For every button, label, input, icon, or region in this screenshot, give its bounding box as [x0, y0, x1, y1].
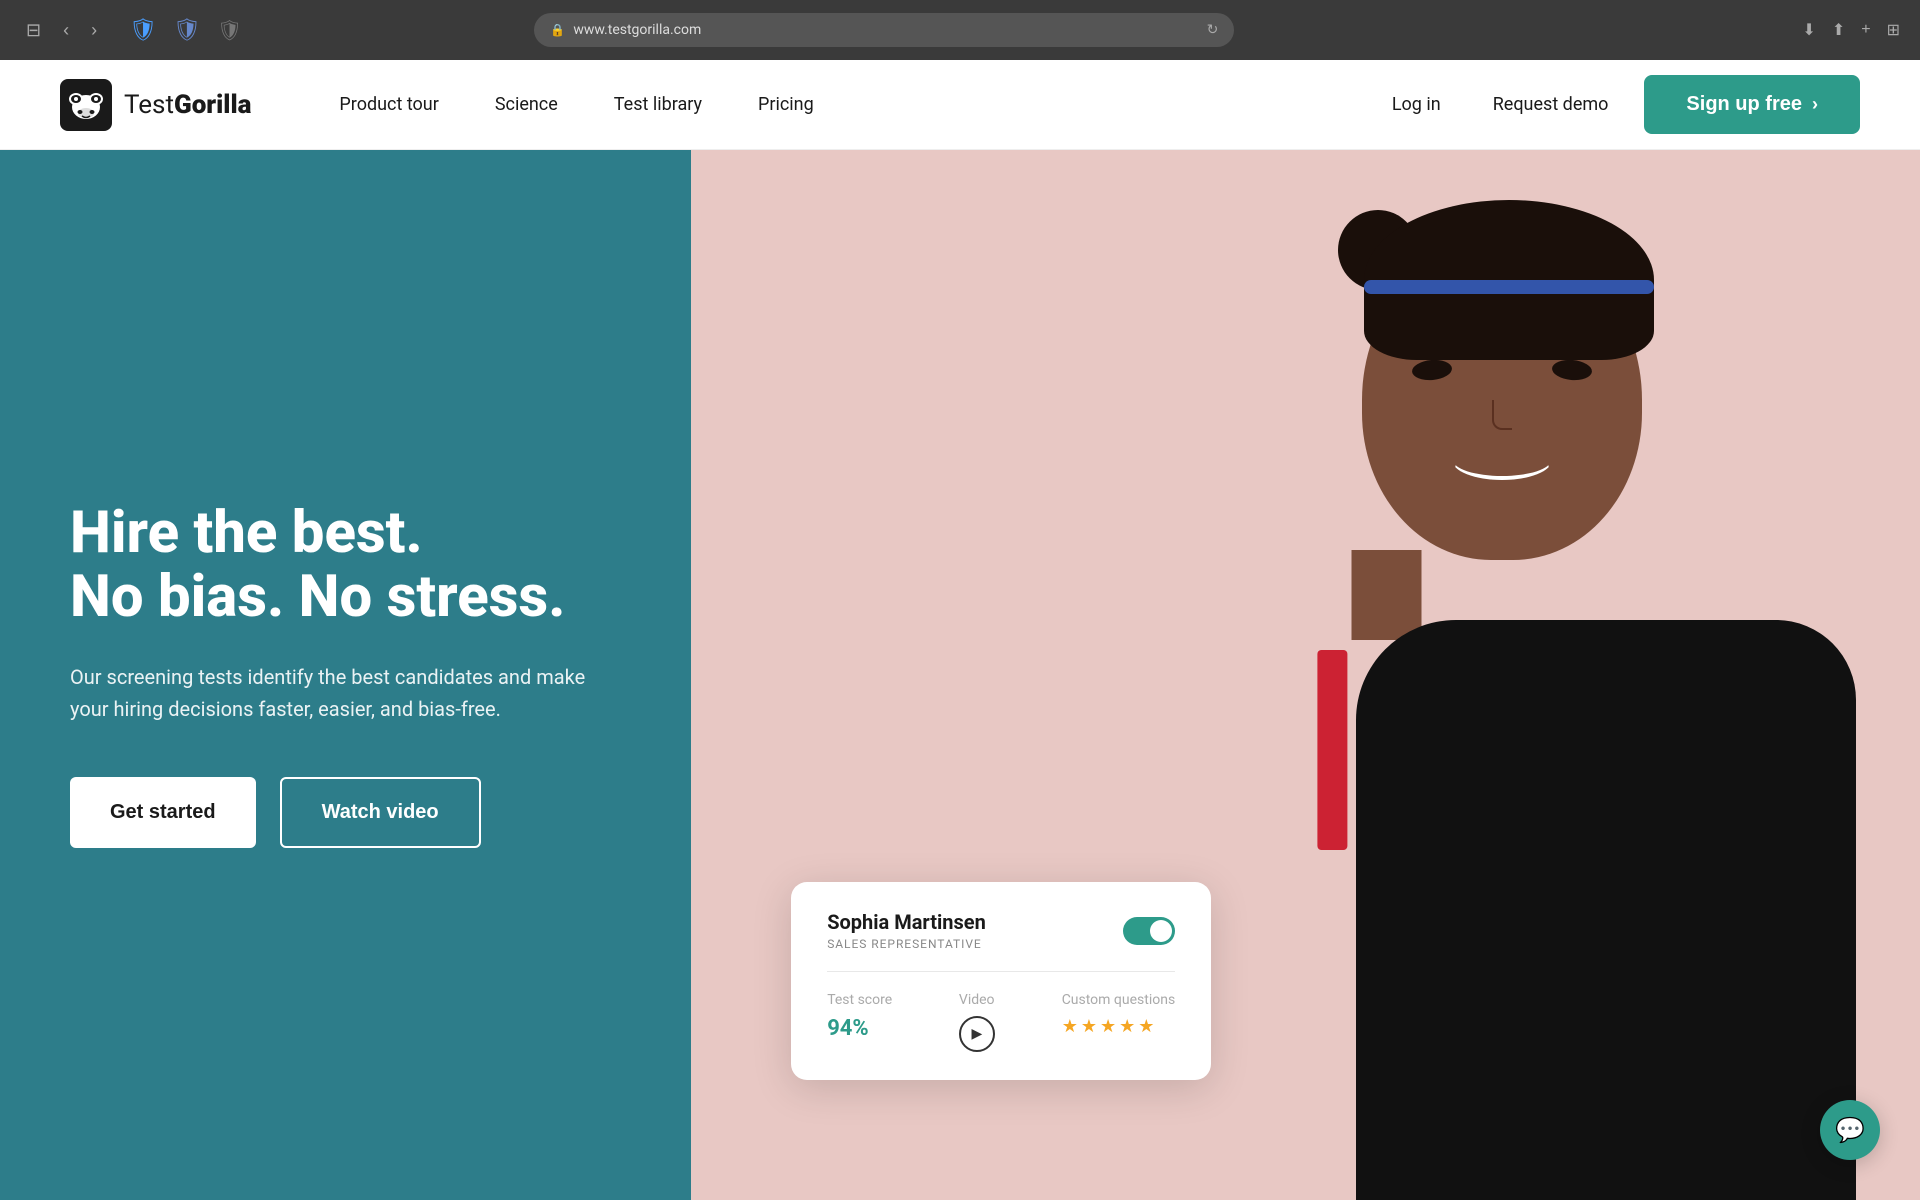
headband [1364, 280, 1654, 294]
nose [1492, 400, 1512, 430]
nav-pricing[interactable]: Pricing [730, 94, 842, 115]
nav-right: Log in Request demo Sign up free › [1376, 75, 1860, 134]
candidate-role: SALES REPRESENTATIVE [827, 937, 986, 951]
logo-text: TestGorilla [124, 90, 251, 120]
signup-button[interactable]: Sign up free › [1644, 75, 1860, 134]
shield3-icon: 🛡 [217, 18, 242, 42]
logo-link[interactable]: TestGorilla [60, 79, 251, 131]
body-jacket [1356, 620, 1856, 1200]
nav-links: Product tour Science Test library Pricin… [311, 94, 1375, 115]
eye-left [1411, 358, 1453, 381]
video-label: Video [959, 992, 995, 1008]
back-button[interactable]: ‹ [57, 16, 75, 45]
chat-bubble-button[interactable]: 💬 [1820, 1100, 1880, 1160]
hero-left-panel: Hire the best. No bias. No stress. Our s… [0, 150, 691, 1200]
star-1: ★ [1062, 1016, 1078, 1037]
eye-right [1551, 358, 1593, 381]
url-text: www.testgorilla.com [573, 22, 701, 38]
nav-product-tour[interactable]: Product tour [311, 94, 466, 115]
stat-test-score: Test score 94% [827, 992, 892, 1052]
address-bar[interactable]: 🔒 www.testgorilla.com ↻ [534, 13, 1234, 47]
hero-right-panel: Sophia Martinsen SALES REPRESENTATIVE Te… [691, 150, 1920, 1200]
forward-button[interactable]: › [85, 16, 103, 45]
login-link[interactable]: Log in [1376, 94, 1457, 115]
candidate-name: Sophia Martinsen [827, 910, 986, 934]
test-score-value: 94% [827, 1016, 892, 1041]
card-header: Sophia Martinsen SALES REPRESENTATIVE [827, 910, 1175, 951]
reload-button[interactable]: ↻ [1207, 22, 1219, 38]
stat-video: Video ▶ [959, 992, 995, 1052]
tab-grid-button[interactable]: ⊞ [1887, 20, 1900, 40]
browser-right-icons: ⬇ ⬆ + ⊞ [1802, 20, 1900, 40]
test-score-label: Test score [827, 992, 892, 1008]
stat-custom-questions: Custom questions ★ ★ ★ ★ ★ [1062, 992, 1175, 1052]
shield2-icon: 🛡 [173, 18, 201, 43]
browser-chrome: ⊟ ‹ › 🛡 🛡 🛡 🔒 www.testgorilla.com ↻ ⬇ ⬆ … [0, 0, 1920, 60]
star-5: ★ [1138, 1016, 1154, 1037]
logo-icon [60, 79, 112, 131]
hero-subtext: Our screening tests identify the best ca… [70, 661, 621, 725]
candidate-card: Sophia Martinsen SALES REPRESENTATIVE Te… [791, 882, 1211, 1080]
lock-icon: 🔒 [550, 23, 565, 37]
share-button[interactable]: ⬆ [1832, 20, 1845, 40]
jacket-stripe [1317, 650, 1347, 850]
chat-icon: 💬 [1835, 1116, 1865, 1144]
hero-section: Hire the best. No bias. No stress. Our s… [0, 150, 1920, 1200]
star-4: ★ [1119, 1016, 1135, 1037]
neck [1351, 550, 1421, 640]
browser-controls: ⊟ ‹ › [20, 16, 103, 45]
navbar: TestGorilla Product tour Science Test li… [0, 60, 1920, 150]
hero-heading: Hire the best. No bias. No stress. [70, 502, 621, 630]
card-divider [827, 971, 1175, 972]
nav-science[interactable]: Science [467, 94, 586, 115]
signup-arrow-icon: › [1812, 94, 1818, 115]
new-tab-button[interactable]: + [1861, 21, 1870, 39]
video-play-icon[interactable]: ▶ [959, 1016, 995, 1052]
toggle-switch[interactable] [1123, 917, 1175, 945]
star-rating: ★ ★ ★ ★ ★ [1062, 1016, 1175, 1037]
hero-buttons: Get started Watch video [70, 777, 621, 848]
bitwarden-icon: 🛡 [129, 18, 157, 43]
get-started-button[interactable]: Get started [70, 777, 256, 848]
mouth-smile [1452, 440, 1552, 480]
candidate-info: Sophia Martinsen SALES REPRESENTATIVE [827, 910, 986, 951]
request-demo-link[interactable]: Request demo [1477, 94, 1625, 115]
nav-test-library[interactable]: Test library [586, 94, 730, 115]
star-3: ★ [1100, 1016, 1116, 1037]
sidebar-toggle-button[interactable]: ⊟ [20, 16, 47, 45]
card-stats: Test score 94% Video ▶ Custom questions … [827, 992, 1175, 1052]
custom-questions-label: Custom questions [1062, 992, 1175, 1008]
watch-video-button[interactable]: Watch video [280, 777, 481, 848]
download-button[interactable]: ⬇ [1802, 20, 1815, 40]
toggle-knob [1150, 920, 1172, 942]
star-2: ★ [1081, 1016, 1097, 1037]
